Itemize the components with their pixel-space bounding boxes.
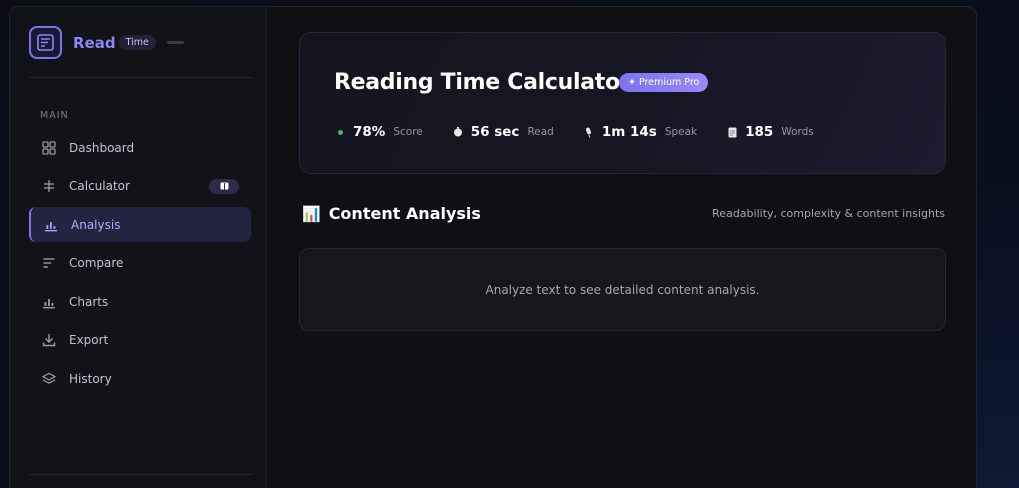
brand-badge: Time — [118, 35, 156, 50]
stat-speak: 1m 14s Speak — [584, 124, 697, 140]
analysis-empty-state: Analyze text to see detailed content ana… — [299, 248, 946, 331]
section-subtitle: Readability, complexity & content insigh… — [712, 207, 945, 220]
microphone-icon — [584, 127, 594, 138]
status-dot-icon — [335, 129, 345, 135]
sidebar-collapse-handle[interactable] — [166, 41, 184, 44]
stat-value: 185 — [745, 124, 774, 140]
stat-label: Words — [781, 126, 814, 138]
sidebar-item-label: Compare — [69, 256, 124, 270]
book-icon — [209, 178, 239, 194]
sidebar-item-label: Export — [69, 333, 109, 347]
stat-label: Speak — [664, 126, 698, 138]
sidebar-item-label: Dashboard — [69, 140, 135, 155]
bar-chart-icon — [42, 295, 56, 309]
premium-badge: ✦ Premium Pro — [619, 73, 709, 92]
sidebar-item-label: Analysis — [71, 217, 121, 232]
sidebar-divider — [29, 77, 253, 78]
sidebar-item-label: Charts — [69, 294, 109, 309]
list-icon — [42, 256, 56, 270]
stats-row: 78% Score 56 sec Read 1m 14s Speak 185 W… — [335, 124, 844, 140]
sidebar-item-history[interactable]: History — [29, 361, 251, 396]
sidebar-item-calculator[interactable]: Calculator — [29, 169, 251, 204]
stat-value: 78% — [353, 124, 386, 140]
section-header: 📊 Content Analysis — [302, 204, 481, 223]
sidebar-item-charts[interactable]: Charts — [29, 284, 251, 319]
hero-card: Reading Time Calculator ✦ Premium Pro 78… — [299, 32, 946, 174]
main-content: Reading Time Calculator ✦ Premium Pro 78… — [267, 7, 976, 488]
stat-label: Read — [527, 126, 554, 138]
grid-icon — [42, 140, 56, 155]
download-icon — [42, 333, 56, 347]
stat-value: 1m 14s — [601, 124, 657, 140]
sidebar-section-label: MAIN — [40, 110, 69, 121]
document-icon — [29, 26, 62, 59]
timer-icon — [453, 127, 463, 137]
stat-read: 56 sec Read — [453, 124, 554, 140]
sidebar-nav: Dashboard Calculator Analysis Compare Ch… — [29, 130, 251, 400]
stat-label: Score — [393, 126, 423, 138]
stat-score: 78% Score — [335, 124, 423, 140]
layers-icon — [42, 372, 56, 386]
empty-state-message: Analyze text to see detailed content ana… — [485, 282, 760, 297]
brand[interactable]: Read Time — [29, 26, 184, 59]
sidebar-item-compare[interactable]: Compare — [29, 246, 251, 281]
sidebar-item-label: History — [69, 371, 112, 386]
stat-value: 56 sec — [470, 124, 520, 140]
bar-chart-icon — [44, 218, 58, 232]
sidebar-item-dashboard[interactable]: Dashboard — [29, 130, 251, 165]
bar-chart-icon: 📊 — [302, 204, 321, 223]
brand-name: Read — [73, 33, 116, 52]
document-icon — [727, 127, 737, 138]
sidebar-divider — [29, 474, 253, 475]
sidebar-item-export[interactable]: Export — [29, 323, 251, 358]
sidebar-item-analysis[interactable]: Analysis — [29, 207, 251, 242]
stat-words: 185 Words — [727, 124, 814, 140]
section-title: Content Analysis — [328, 204, 481, 223]
page-title: Reading Time Calculator — [334, 70, 631, 95]
sliders-icon — [42, 179, 56, 193]
sidebar: Read Time MAIN Dashboard Calculator Anal… — [10, 7, 267, 488]
app-window: Read Time MAIN Dashboard Calculator Anal… — [9, 6, 977, 488]
sidebar-item-label: Calculator — [69, 179, 130, 193]
